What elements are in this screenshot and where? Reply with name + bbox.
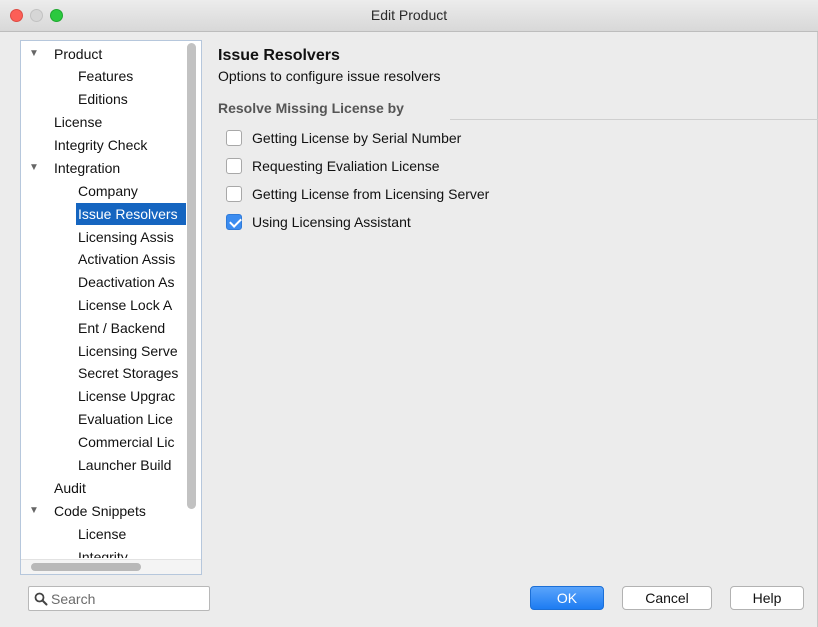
section-divider <box>450 119 818 120</box>
tree-item-deactivation-assistant[interactable]: Deactivation As <box>78 271 175 293</box>
window-title: Edit Product <box>370 7 448 23</box>
option-label: Getting License from Licensing Server <box>252 186 490 202</box>
expander-icon[interactable]: ▼ <box>29 43 39 65</box>
checkbox-licensing-assistant[interactable] <box>226 214 242 230</box>
tree-item-license[interactable]: License <box>54 111 102 133</box>
tree-item-ent-backend[interactable]: Ent / Backend <box>78 317 165 339</box>
expander-icon[interactable]: ▼ <box>29 157 39 179</box>
tree-item-snippet-license[interactable]: License <box>78 523 126 545</box>
search-input[interactable] <box>51 589 201 609</box>
edit-product-window: Edit Product ▼ Product Features Editions… <box>0 0 818 627</box>
tree-item-issue-resolvers[interactable]: Issue Resolvers <box>76 203 186 225</box>
tree-item-features[interactable]: Features <box>78 65 133 87</box>
checkbox-evaluation-license[interactable] <box>226 158 242 174</box>
tree-item-activation-assistant[interactable]: Activation Assis <box>78 248 175 270</box>
cancel-button[interactable]: Cancel <box>622 586 712 610</box>
option-label: Using Licensing Assistant <box>252 214 411 230</box>
title-bar: Edit Product <box>0 0 818 32</box>
horizontal-scrollbar-thumb[interactable] <box>31 563 141 571</box>
product-tree: ▼ Product Features Editions License Inte… <box>20 40 202 575</box>
panel-title: Issue Resolvers <box>218 47 340 64</box>
panel-subtitle: Options to configure issue resolvers <box>218 68 441 84</box>
vertical-scrollbar[interactable] <box>187 43 196 509</box>
ok-button[interactable]: OK <box>530 586 604 610</box>
tree-item-license-upgrade[interactable]: License Upgrac <box>78 385 175 407</box>
tree-item-integration[interactable]: Integration <box>54 157 120 179</box>
tree-item-audit[interactable]: Audit <box>54 477 86 499</box>
search-icon <box>34 592 48 606</box>
checkbox-serial-number[interactable] <box>226 130 242 146</box>
issue-resolvers-panel: Issue Resolvers Options to configure iss… <box>210 32 818 572</box>
tree-item-licensing-assistant[interactable]: Licensing Assis <box>78 226 174 248</box>
tree-item-evaluation-license[interactable]: Evaluation Lice <box>78 408 173 430</box>
tree-item-launcher-build[interactable]: Launcher Build <box>78 454 171 476</box>
expander-icon[interactable]: ▼ <box>29 500 39 522</box>
horizontal-scrollbar-track[interactable] <box>21 559 201 574</box>
tree-item-company[interactable]: Company <box>78 180 138 202</box>
tree-item-editions[interactable]: Editions <box>78 88 128 110</box>
help-button[interactable]: Help <box>730 586 804 610</box>
tree-item-licensing-server[interactable]: Licensing Serve <box>78 340 178 362</box>
search-field[interactable] <box>28 586 210 611</box>
option-label: Requesting Evaliation License <box>252 158 440 174</box>
option-label: Getting License by Serial Number <box>252 130 462 146</box>
tree-item-secret-storages[interactable]: Secret Storages <box>78 362 178 384</box>
checkbox-licensing-server[interactable] <box>226 186 242 202</box>
tree-item-integrity-check[interactable]: Integrity Check <box>54 134 147 156</box>
tree-item-code-snippets[interactable]: Code Snippets <box>54 500 146 522</box>
tree-item-commercial-license[interactable]: Commercial Lic <box>78 431 174 453</box>
tree-item-license-lock[interactable]: License Lock A <box>78 294 172 316</box>
tree-item-product[interactable]: Product <box>54 43 102 65</box>
section-label: Resolve Missing License by <box>218 100 404 116</box>
tree-item-snippet-integrity[interactable]: Integrity <box>78 546 128 558</box>
